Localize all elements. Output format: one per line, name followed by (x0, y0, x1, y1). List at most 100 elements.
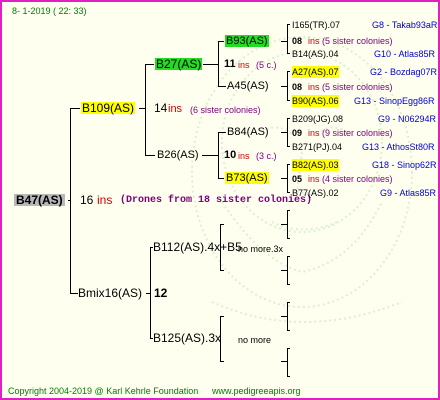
right-count: 05 (292, 174, 303, 184)
tree-connector-line (218, 178, 224, 179)
right-ancestor-id[interactable]: B77(AS).02 (292, 187, 339, 199)
sire-ins-label: ins (168, 103, 183, 115)
tree-connector-line (202, 155, 219, 156)
tree-connector-line (287, 146, 290, 147)
sire-sire-id[interactable]: B27(AS) (155, 58, 203, 70)
sd-dam-id[interactable]: B73(AS) (225, 172, 269, 184)
tree-connector-line (287, 348, 290, 349)
tree-connector-line (281, 270, 288, 271)
sire-dam-note: (3 c.) (256, 151, 277, 161)
tree-connector-line (287, 376, 290, 377)
right-ancestor-code: G13 - AthosSt80R (362, 142, 435, 152)
right-ins-label: ins (308, 174, 320, 184)
tree-connector-line (287, 284, 290, 285)
sd-sire-id[interactable]: B84(AS) (227, 126, 269, 138)
tree-connector-line (218, 86, 226, 87)
tree-connector-line (70, 108, 80, 109)
ss-dam-id[interactable]: A45(AS) (227, 80, 269, 92)
right-ancestor-id[interactable]: I165(TR).07 (292, 19, 340, 31)
tree-connector-line (287, 192, 290, 193)
ss-sire-ins-label: ins (238, 60, 250, 70)
dam-count: 12 (154, 286, 168, 300)
tree-connector-line (287, 302, 290, 303)
right-ancestor-code: G18 - Sinop62R (372, 160, 437, 170)
right-ancestor-id[interactable]: B271(PJ).04 (292, 141, 342, 153)
tree-connector-line (145, 64, 146, 156)
right-ancestor-id[interactable]: B14(AS).04 (292, 48, 339, 60)
tree-connector-line (287, 100, 290, 101)
tree-connector-line (287, 238, 290, 239)
right-ancestor-id[interactable]: A27(AS).07 (292, 66, 339, 78)
tree-connector-line (287, 71, 290, 72)
dam-sire-id[interactable]: B112(AS).4x+B5 (153, 241, 242, 253)
right-ancestor-code: G10 - Atlas85R (374, 49, 436, 59)
tree-connector-line (146, 293, 151, 294)
right-ancestor-code: G13 - SinopEgg86R (354, 96, 435, 106)
tree-connector-line (287, 24, 290, 25)
sire-dam-id[interactable]: B26(AS) (157, 149, 199, 161)
tree-connector-line (287, 256, 290, 257)
root-note: (Drones from 18 sister colonies) (120, 195, 313, 206)
tree-connector-line (218, 132, 226, 133)
root-ins-label: ins (97, 193, 113, 207)
pedigree-chart: 8- 1-2019 ( 22: 33) Copyright 2004-2019 … (0, 0, 440, 400)
sire-dam-ins-label: ins (238, 151, 250, 161)
right-ancestor-code: G9 - Atlas85R (380, 188, 437, 198)
tree-connector-line (287, 164, 290, 165)
root-queen-id[interactable]: B47(AS) (14, 194, 65, 206)
right-ins-label: ins (308, 128, 320, 138)
root-count: 16 (80, 193, 94, 207)
tree-connector-line (287, 348, 288, 377)
tree-connector-line (220, 316, 224, 317)
right-ins-label: ins (308, 36, 320, 46)
tree-connector-line (220, 361, 224, 362)
ss-sire-id[interactable]: B93(AS) (225, 35, 269, 47)
tree-connector-line (281, 41, 288, 42)
tree-connector-line (145, 64, 154, 65)
tree-connector-line (218, 41, 224, 42)
tree-connector-line (281, 361, 288, 362)
sire-count: 14 (154, 101, 168, 115)
right-count: 08 (292, 36, 303, 46)
tree-connector-line (145, 155, 155, 156)
right-ancestor-code: G8 - Takab93aR (372, 20, 438, 30)
dam-dam-note: no more (238, 335, 272, 345)
tree-connector-line (281, 316, 288, 317)
right-ancestor-id[interactable]: B82(AS).03 (292, 159, 339, 171)
tree-connector-line (139, 108, 146, 109)
website-link[interactable]: www.pedigreeapis.org (212, 385, 301, 397)
right-ancestor-id[interactable]: B90(AS).06 (292, 95, 339, 107)
tree-connector-line (281, 86, 288, 87)
sire-note: (6 sister colonies) (190, 105, 261, 115)
generation-date: 8- 1-2019 ( 22: 33) (12, 6, 87, 16)
right-ins-label: ins (308, 82, 320, 92)
tree-connector-line (203, 64, 219, 65)
tree-connector-line (220, 224, 224, 225)
right-count: 08 (292, 82, 303, 92)
tree-connector-line (287, 210, 290, 211)
tree-connector-line (70, 108, 71, 294)
tree-connector-line (68, 200, 71, 201)
copyright-text: Copyright 2004-2019 @ Karl Kehrle Founda… (8, 386, 199, 396)
dam-sire-note: no more.3x (238, 244, 284, 254)
sire-id[interactable]: B109(AS) (81, 102, 136, 114)
tree-connector-line (287, 24, 288, 54)
tree-connector-line (281, 132, 288, 133)
tree-connector-line (70, 293, 78, 294)
right-note: (9 sister colonies) (322, 128, 393, 138)
tree-connector-line (287, 330, 290, 331)
dam-dam-id[interactable]: B125(AS).3x (153, 332, 221, 344)
dam-id[interactable]: Bmix16(AS) (78, 287, 142, 299)
right-note: (5 sister colonies) (322, 36, 393, 46)
tree-connector-line (281, 178, 288, 179)
right-ancestor-code: G9 - N06294R (378, 114, 437, 124)
right-note: (4 sister colonies) (322, 174, 393, 184)
tree-connector-line (220, 270, 224, 271)
ss-sire-count: 11 (224, 58, 236, 70)
right-ancestor-code: G2 - Bozdag07R (370, 67, 438, 77)
tree-connector-line (281, 224, 288, 225)
right-ancestor-id[interactable]: B209(JG).08 (292, 113, 343, 125)
ss-sire-note: (5 c.) (256, 60, 277, 70)
right-note: (5 sister colonies) (322, 82, 393, 92)
tree-connector-line (287, 118, 290, 119)
